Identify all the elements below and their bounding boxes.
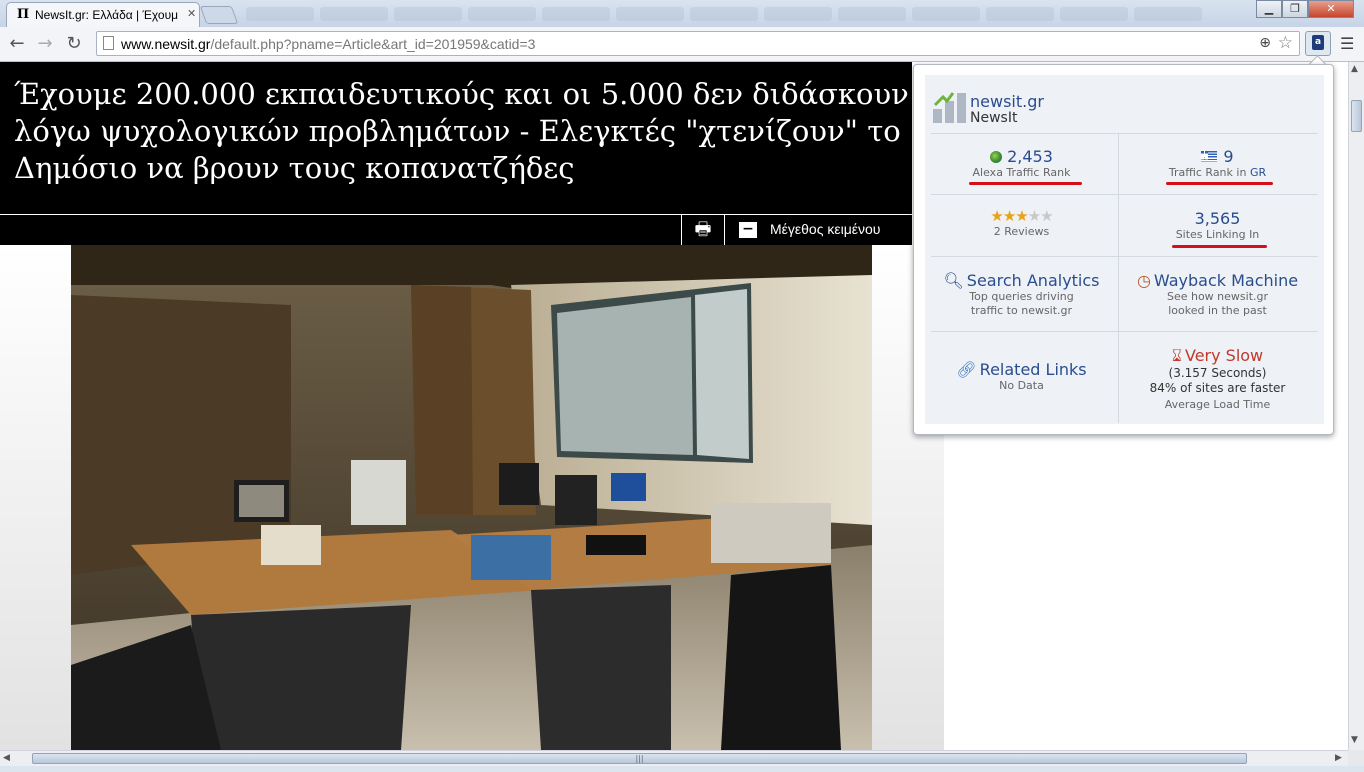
article-headline: Έχουμε 200.000 εκπαιδευτικούς και οι 5.0…: [14, 77, 909, 185]
search-analytics-desc-2: traffic to newsit.gr: [970, 304, 1073, 317]
tab-strip: Π NewsIt.gr: Ελλάδα | Έχουμ ✕ ▁ ❐ ✕: [0, 0, 1364, 27]
background-tabs: [246, 4, 1250, 24]
search-analytics-cell[interactable]: 🔍︎ Search Analytics Top queries driving t…: [925, 271, 1118, 318]
menu-icon[interactable]: ☰: [1340, 34, 1354, 53]
text-size-label[interactable]: Μέγεθος κειμένου: [770, 221, 880, 237]
new-tab-button[interactable]: [199, 6, 239, 24]
wayback-cell[interactable]: ◷ Wayback Machine See how newsit.gr looke…: [1121, 271, 1314, 318]
search-analytics-title: Search Analytics: [966, 271, 1100, 290]
text-size-minus-icon[interactable]: −: [739, 222, 757, 238]
back-icon[interactable]: ←: [6, 33, 28, 55]
greece-flag-icon: [1201, 151, 1218, 162]
print-icon[interactable]: 🖶: [681, 215, 725, 245]
scroll-up-icon[interactable]: ▲: [1351, 64, 1358, 74]
site-header[interactable]: newsit.gr NewsIt: [925, 75, 1324, 132]
speed-compare: 84% of sites are faster: [1149, 381, 1286, 395]
site-title: NewsIt: [970, 110, 1018, 126]
wayback-desc-1: See how newsit.gr: [1166, 290, 1269, 303]
window-controls: ▁ ❐ ✕: [1256, 0, 1354, 18]
sites-linking-cell[interactable]: 3,565 Sites Linking In: [1121, 209, 1314, 241]
country-rank-cell[interactable]: 9 Traffic Rank in GR: [1121, 147, 1314, 179]
page-icon: [103, 36, 114, 50]
maximize-button[interactable]: ❐: [1282, 0, 1308, 18]
sites-linking-label: Sites Linking In: [1175, 228, 1260, 241]
traffic-rank-value: 2,453: [1007, 147, 1053, 166]
alexa-popup: newsit.gr NewsIt 2,453 Alexa Traffic Ran…: [913, 64, 1334, 435]
reviews-label: 2 Reviews: [993, 225, 1050, 238]
scroll-down-icon[interactable]: ▼: [1351, 735, 1358, 745]
office-photo-image: [71, 245, 872, 750]
site-favicon-icon: Π: [16, 7, 30, 22]
site-name[interactable]: newsit.gr: [970, 92, 1044, 111]
minimize-button[interactable]: ▁: [1256, 0, 1282, 18]
url-text: www.newsit.gr/default.php?pname=Article&…: [121, 36, 536, 52]
speed-title: Very Slow: [1184, 346, 1264, 365]
tab-title: NewsIt.gr: Ελλάδα | Έχουμ: [35, 8, 179, 22]
alexa-panel: newsit.gr NewsIt 2,453 Alexa Traffic Ran…: [925, 75, 1324, 424]
zoom-icon[interactable]: ⊕: [1259, 35, 1271, 51]
vertical-scrollbar[interactable]: ▲ ▼: [1348, 62, 1364, 750]
magnifier-icon: 🔍︎: [943, 271, 964, 290]
sites-linking-value: 3,565: [1194, 209, 1241, 228]
wayback-desc-2: looked in the past: [1168, 304, 1267, 317]
site-bars-icon: [933, 92, 966, 123]
speed-seconds: (3.157 Seconds): [1168, 366, 1267, 380]
rating-stars: ★★★★★: [990, 207, 1053, 225]
tab-newsit[interactable]: Π NewsIt.gr: Ελλάδα | Έχουμ ✕: [6, 2, 200, 27]
close-window-button[interactable]: ✕: [1308, 0, 1354, 18]
browser-toolbar: ← → ↻ www.newsit.gr/default.php?pname=Ar…: [0, 27, 1364, 62]
wayback-clock-icon: ◷: [1136, 271, 1151, 290]
bookmark-star-icon[interactable]: ☆: [1278, 33, 1293, 53]
country-code: GR: [1249, 166, 1267, 179]
alexa-extension-button[interactable]: a: [1305, 31, 1331, 56]
related-links-cell[interactable]: 🔗︎ Related Links No Data: [925, 360, 1118, 393]
traffic-rank-label: Alexa Traffic Rank: [972, 166, 1071, 179]
annotation-underline: [1166, 182, 1273, 185]
address-bar[interactable]: www.newsit.gr/default.php?pname=Article&…: [96, 31, 1300, 56]
alexa-extension-icon: a: [1312, 35, 1324, 50]
wayback-title: Wayback Machine: [1153, 271, 1299, 290]
annotation-underline: [969, 182, 1082, 185]
scroll-right-icon[interactable]: ▶: [1335, 753, 1342, 763]
horizontal-scrollbar[interactable]: ◀ ||| ▶: [0, 750, 1348, 766]
reviews-cell[interactable]: ★★★★★ 2 Reviews: [925, 207, 1118, 238]
scroll-left-icon[interactable]: ◀: [3, 753, 10, 763]
forward-icon[interactable]: →: [34, 33, 56, 55]
article-tools-bar: 🖶 − Μέγεθος κειμένου: [0, 214, 912, 245]
related-links-title: Related Links: [979, 360, 1087, 379]
vertical-scroll-thumb[interactable]: [1351, 100, 1362, 132]
hourglass-icon: ⌛︎: [1171, 346, 1182, 365]
speed-label: Average Load Time: [1164, 398, 1271, 411]
link-icon: 🔗︎: [956, 360, 977, 379]
search-analytics-desc-1: Top queries driving: [969, 290, 1074, 303]
related-links-desc: No Data: [999, 379, 1044, 392]
annotation-underline: [1172, 245, 1267, 248]
article-photo: [71, 245, 872, 750]
horizontal-scroll-thumb[interactable]: |||: [32, 753, 1247, 764]
country-rank-label: Traffic Rank in: [1168, 166, 1250, 179]
country-rank-value: 9: [1223, 147, 1234, 166]
traffic-rank-cell[interactable]: 2,453 Alexa Traffic Rank: [925, 147, 1118, 179]
reload-icon[interactable]: ↻: [63, 33, 85, 55]
headline-block: Έχουμε 200.000 εκπαιδευτικούς και οι 5.0…: [0, 62, 912, 214]
tab-close-icon[interactable]: ✕: [187, 7, 196, 20]
globe-icon: [990, 151, 1003, 163]
load-time-cell[interactable]: ⌛︎ Very Slow (3.157 Seconds) 84% of sites…: [1121, 346, 1314, 412]
